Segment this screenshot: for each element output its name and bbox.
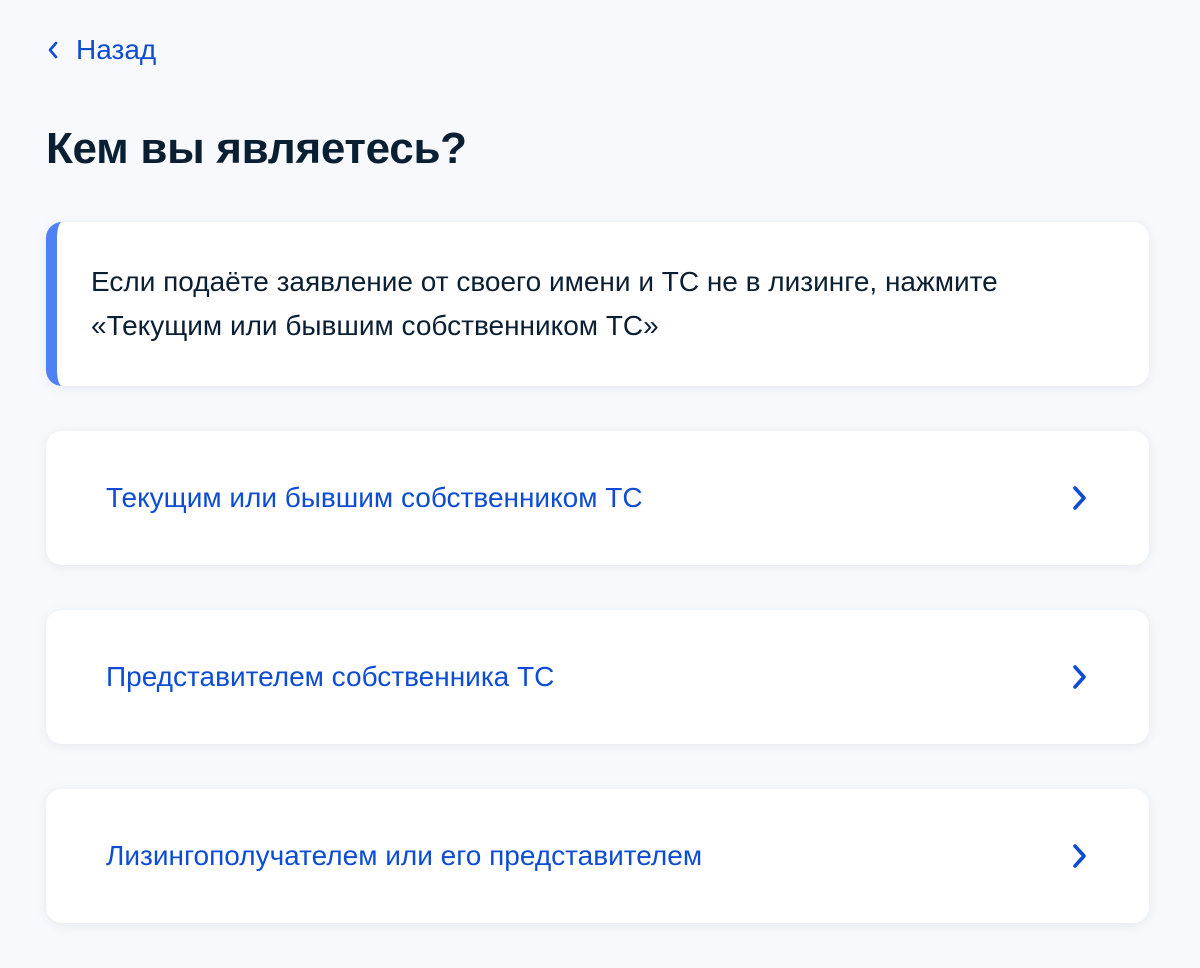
info-text-line-1: Если подаёте заявление от своего имени и…: [91, 266, 998, 297]
chevron-right-icon: [1069, 841, 1089, 871]
option-lessee-or-representative[interactable]: Лизингополучателем или его представителе…: [46, 789, 1149, 923]
chevron-right-icon: [1069, 483, 1089, 513]
info-text: Если подаёте заявление от своего имени и…: [91, 260, 998, 348]
option-label: Лизингополучателем или его представителе…: [106, 840, 703, 871]
chevron-left-icon: [46, 40, 60, 60]
option-label: Представителем собственника ТС: [106, 661, 555, 692]
option-current-or-former-owner[interactable]: Текущим или бывшим собственником ТС: [46, 431, 1149, 565]
back-button[interactable]: Назад: [46, 30, 156, 70]
back-button-label: Назад: [76, 34, 157, 65]
page-title: Кем вы являетесь?: [46, 124, 467, 173]
chevron-right-icon: [1069, 662, 1089, 692]
option-owner-representative[interactable]: Представителем собственника ТС: [46, 610, 1149, 744]
option-label: Текущим или бывшим собственником ТС: [106, 482, 643, 513]
info-card: Если подаёте заявление от своего имени и…: [46, 222, 1149, 386]
info-text-line-2: «Текущим или бывшим собственником ТС»: [91, 310, 659, 341]
